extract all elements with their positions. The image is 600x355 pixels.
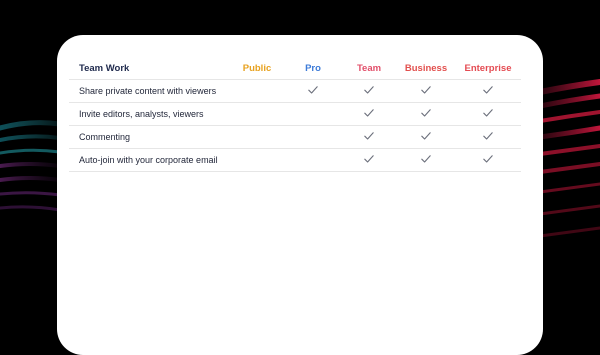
checkmark-icon bbox=[308, 86, 318, 94]
feature-label: Commenting bbox=[69, 125, 229, 149]
check-cell-pro bbox=[285, 148, 341, 172]
check-cell-enterprise bbox=[455, 102, 521, 126]
checkmark-icon bbox=[364, 86, 374, 94]
plan-header-public: Public bbox=[229, 57, 285, 80]
section-title: Team Work bbox=[69, 57, 229, 80]
check-cell-enterprise bbox=[455, 148, 521, 172]
checkmark-icon bbox=[364, 132, 374, 140]
checkmark-icon bbox=[483, 86, 493, 94]
check-cell-pro bbox=[285, 125, 341, 149]
checkmark-icon bbox=[421, 132, 431, 140]
plan-header-business: Business bbox=[397, 57, 455, 80]
check-cell-pro bbox=[285, 79, 341, 103]
table-row: Invite editors, analysts, viewers bbox=[69, 102, 521, 126]
table-row: Auto-join with your corporate email bbox=[69, 148, 521, 172]
check-cell-business bbox=[397, 102, 455, 126]
checkmark-icon bbox=[483, 155, 493, 163]
check-cell-public bbox=[229, 102, 285, 126]
plan-header-team: Team bbox=[341, 57, 397, 80]
check-cell-team bbox=[341, 102, 397, 126]
table-header-row: Team Work Public Pro Team Business Enter… bbox=[69, 57, 521, 80]
checkmark-icon bbox=[421, 86, 431, 94]
check-cell-business bbox=[397, 125, 455, 149]
checkmark-icon bbox=[364, 109, 374, 117]
check-cell-public bbox=[229, 79, 285, 103]
check-cell-pro bbox=[285, 102, 341, 126]
plan-header-enterprise: Enterprise bbox=[455, 57, 521, 80]
plan-header-pro: Pro bbox=[285, 57, 341, 80]
checkmark-icon bbox=[421, 109, 431, 117]
check-cell-public bbox=[229, 148, 285, 172]
plan-comparison-table: Team Work Public Pro Team Business Enter… bbox=[69, 57, 521, 172]
checkmark-icon bbox=[364, 155, 374, 163]
check-cell-enterprise bbox=[455, 79, 521, 103]
checkmark-icon bbox=[421, 155, 431, 163]
check-cell-business bbox=[397, 79, 455, 103]
comparison-card: Team Work Public Pro Team Business Enter… bbox=[57, 35, 543, 355]
table-row: Commenting bbox=[69, 125, 521, 149]
check-cell-public bbox=[229, 125, 285, 149]
check-cell-team bbox=[341, 79, 397, 103]
feature-label: Invite editors, analysts, viewers bbox=[69, 102, 229, 126]
checkmark-icon bbox=[483, 109, 493, 117]
table-row: Share private content with viewers bbox=[69, 79, 521, 103]
check-cell-business bbox=[397, 148, 455, 172]
checkmark-icon bbox=[483, 132, 493, 140]
check-cell-enterprise bbox=[455, 125, 521, 149]
feature-label: Share private content with viewers bbox=[69, 79, 229, 103]
check-cell-team bbox=[341, 125, 397, 149]
feature-label: Auto-join with your corporate email bbox=[69, 148, 229, 172]
check-cell-team bbox=[341, 148, 397, 172]
